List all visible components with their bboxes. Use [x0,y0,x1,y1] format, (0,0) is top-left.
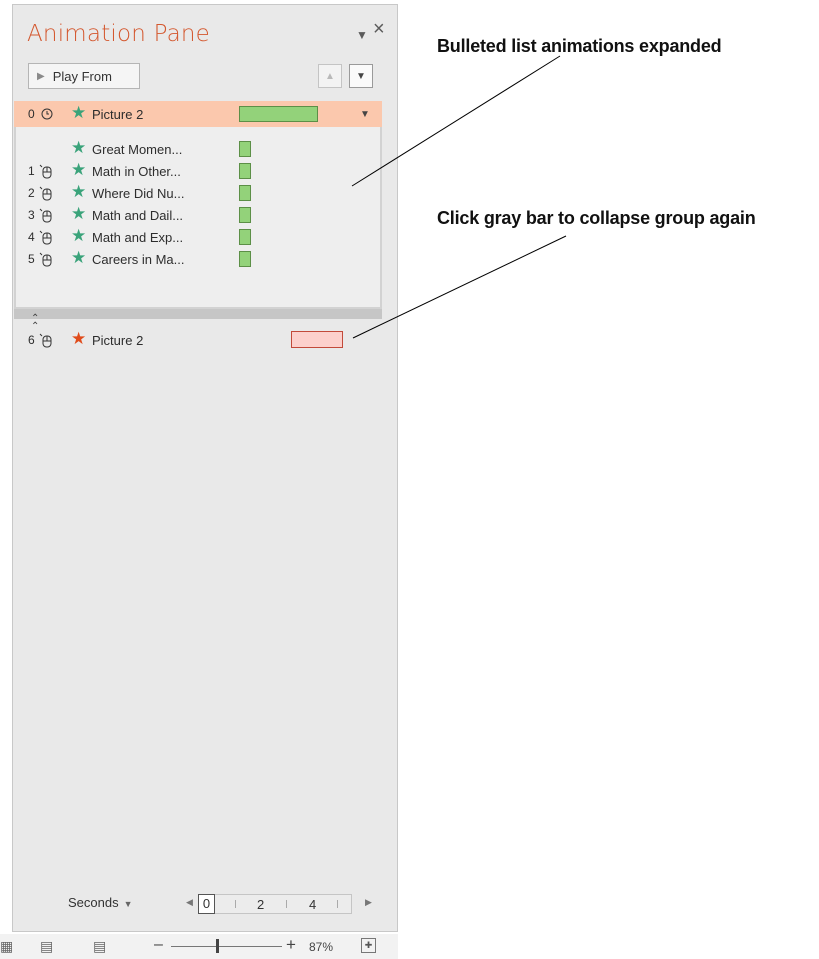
callout-leaders [351,55,567,339]
leader-line-expanded [351,55,561,187]
screenshot-canvas: Animation Pane ▼ × ▶ Play From ▲ ▼ 0 ★ P… [0,0,819,959]
leader-line-collapse [352,235,567,339]
